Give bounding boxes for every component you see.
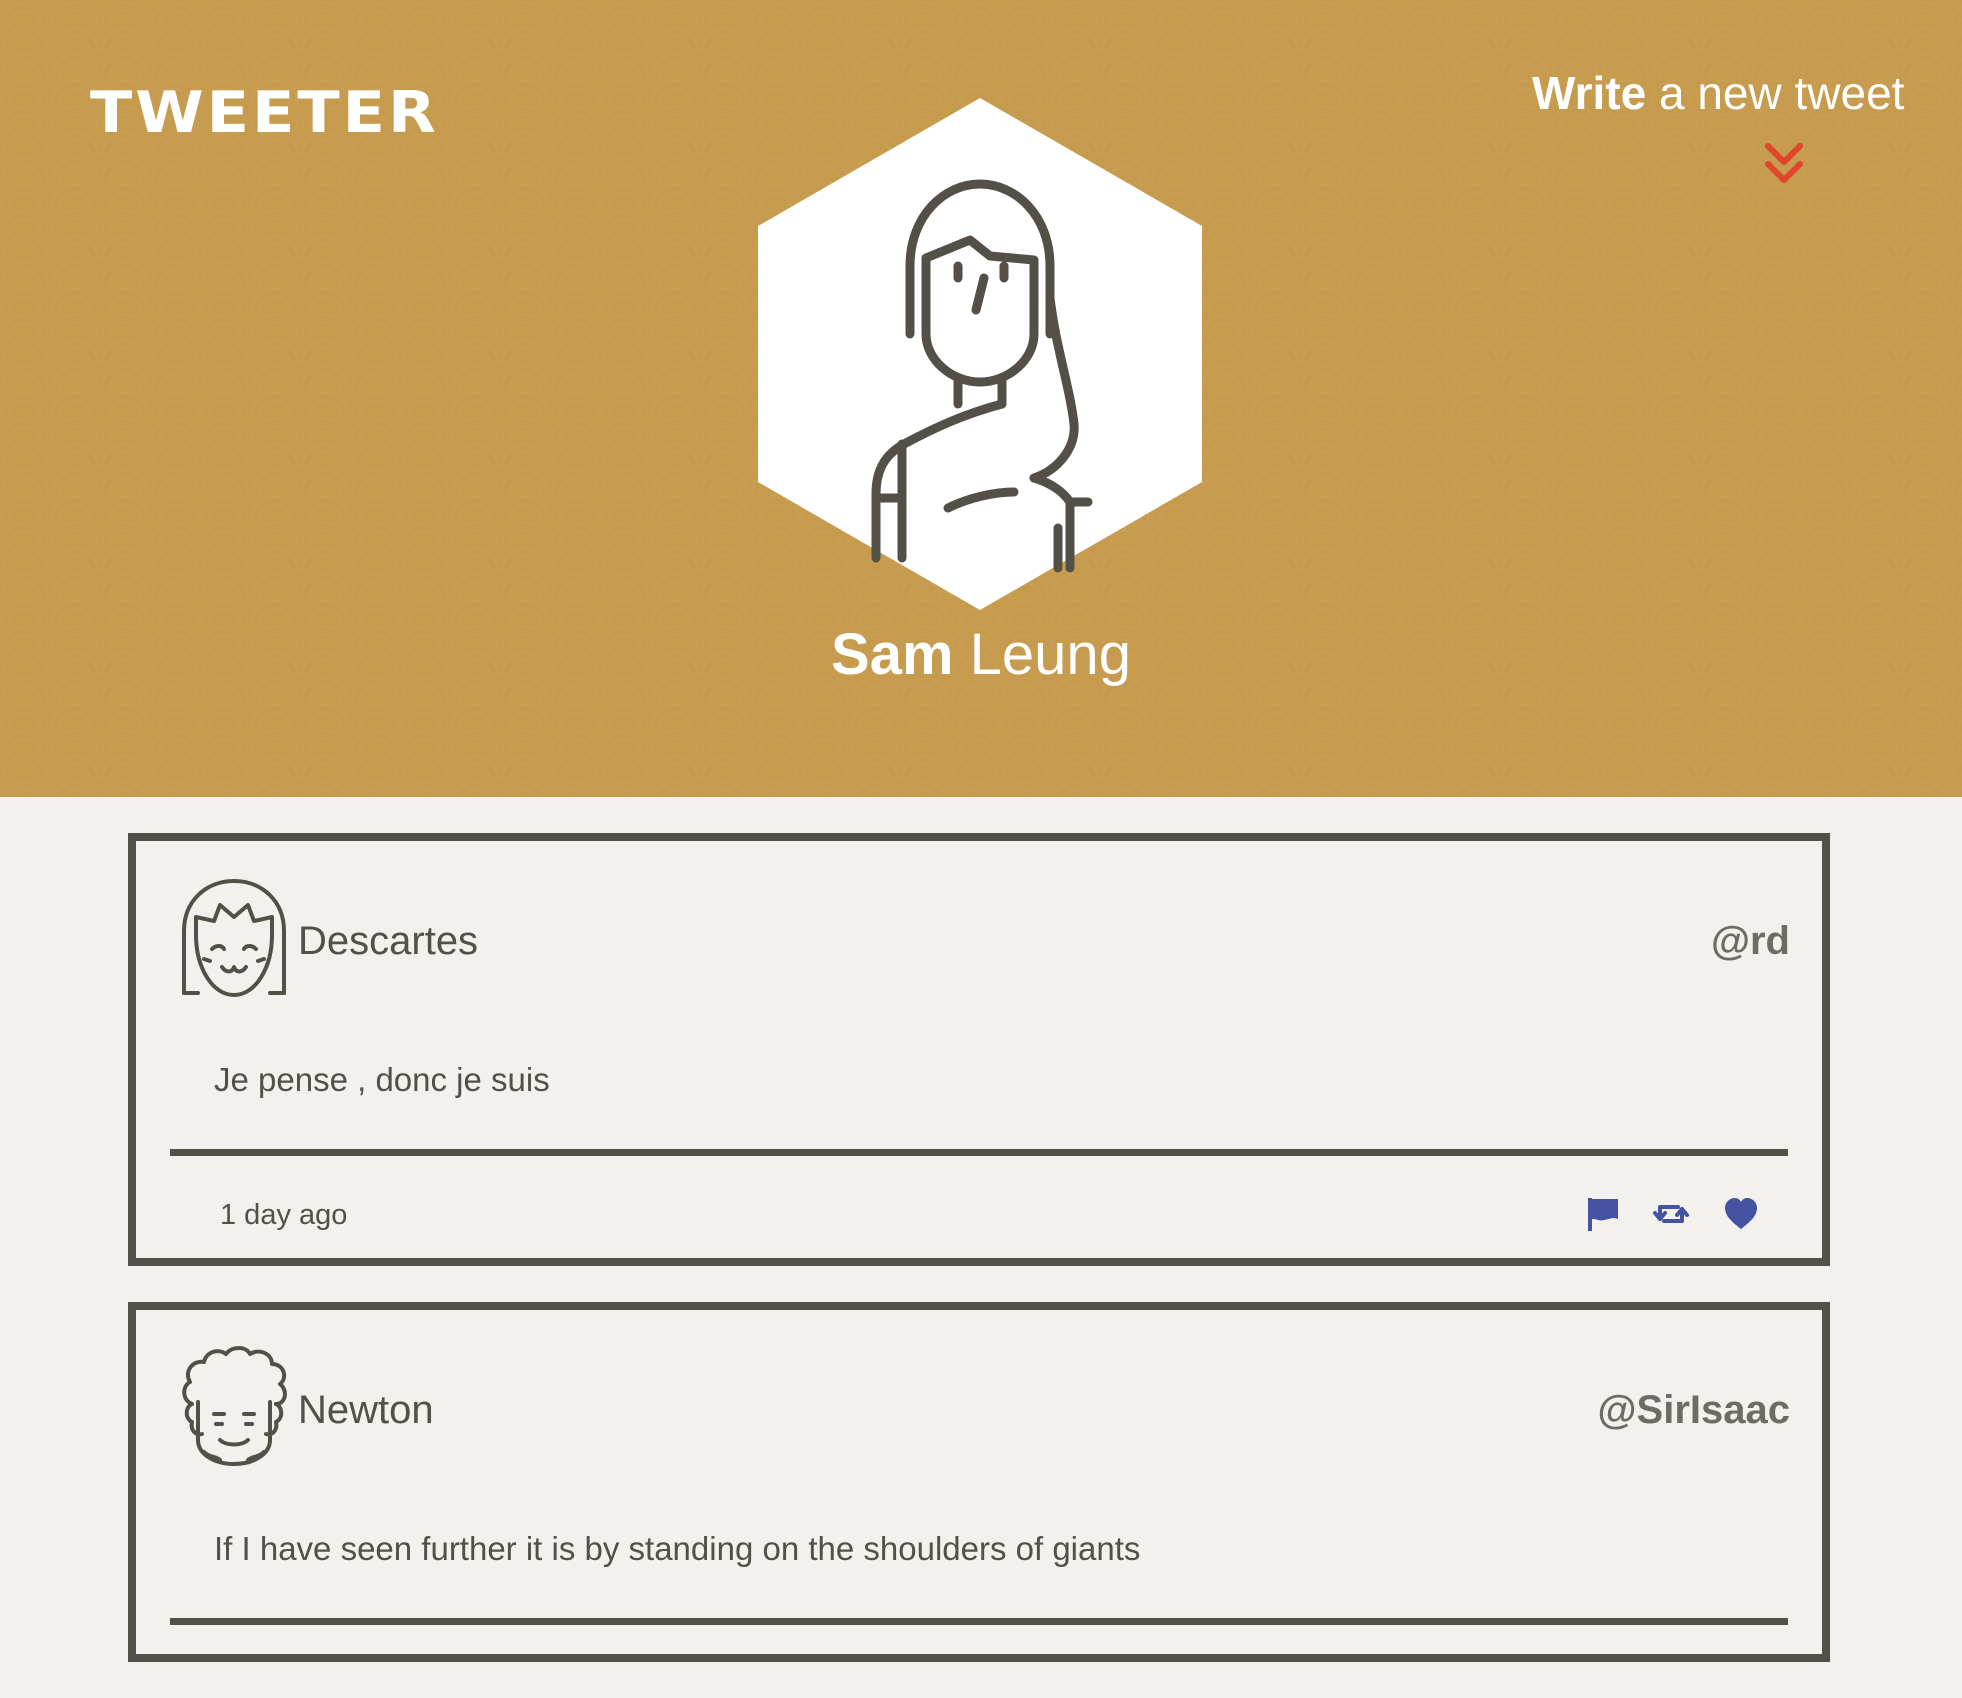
tweet-footer: 1 day ago (136, 1193, 1822, 1243)
tweet-header: Descartes @rd (136, 841, 1822, 997)
tweet-author-handle[interactable]: @rd (1711, 921, 1790, 961)
compose-rest-text: a new tweet (1646, 67, 1905, 119)
tweet-text: If I have seen further it is by standing… (214, 1530, 1141, 1567)
tweet-card: Newton @SirIsaac If I have seen further … (128, 1302, 1830, 1662)
compose-tweet-toggle[interactable]: Write a new tweet (1532, 66, 1904, 183)
compose-strong-text: Write (1532, 67, 1647, 119)
profile-header: TWEETER Write a new tweet Sam Leung (0, 0, 1962, 797)
girl-face-avatar-icon (182, 879, 286, 997)
profile-first-name: Sam (831, 622, 954, 687)
retweet-icon[interactable] (1652, 1195, 1690, 1233)
tweet-text: Je pense , donc je suis (214, 1061, 550, 1098)
tweet-header: Newton @SirIsaac (136, 1310, 1822, 1466)
profile-last-name: Leung (953, 622, 1131, 687)
tweet-feed: Descartes @rd Je pense , donc je suis 1 … (128, 833, 1830, 1698)
flag-icon[interactable] (1584, 1195, 1622, 1233)
like-button[interactable] (1722, 1195, 1760, 1233)
tweet-divider (170, 1149, 1788, 1156)
tweet-author-name: Newton (298, 1388, 434, 1432)
flag-button[interactable] (1584, 1195, 1622, 1233)
woman-avatar-icon (758, 98, 1202, 610)
tweet-card: Descartes @rd Je pense , donc je suis 1 … (128, 833, 1830, 1266)
heart-icon[interactable] (1722, 1195, 1760, 1233)
tweet-timestamp: 1 day ago (220, 1199, 348, 1231)
tweet-author-name: Descartes (298, 919, 479, 963)
compose-tweet-label[interactable]: Write a new tweet (1532, 66, 1904, 120)
app-logo[interactable]: TWEETER (90, 84, 439, 141)
retweet-button[interactable] (1652, 1195, 1690, 1233)
tweet-author-handle[interactable]: @SirIsaac (1598, 1390, 1790, 1430)
curly-hair-face-avatar-icon (182, 1346, 287, 1466)
double-chevron-down-icon[interactable] (1762, 140, 1806, 188)
profile-name: Sam Leung (0, 626, 1962, 684)
